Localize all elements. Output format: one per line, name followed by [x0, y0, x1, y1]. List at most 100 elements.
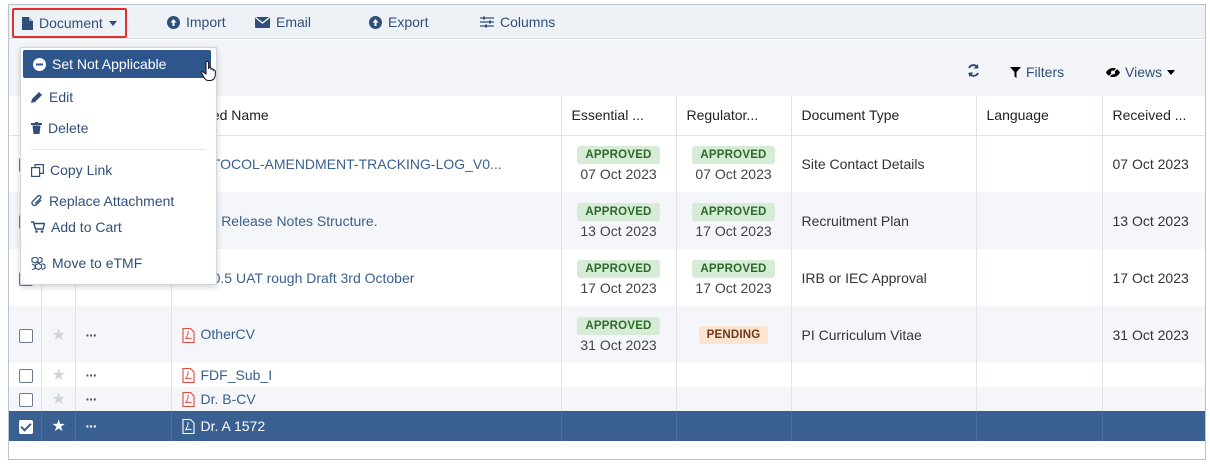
- row-checkbox[interactable]: [19, 393, 33, 408]
- essential-cell: APPROVED 07 Oct 2023: [560, 135, 676, 192]
- row-checkbox-cell[interactable]: [9, 387, 41, 411]
- regulatory-header[interactable]: Regulator...: [675, 96, 791, 136]
- row-checkbox-checked[interactable]: [19, 420, 33, 435]
- columns-button[interactable]: Columns: [480, 5, 555, 39]
- essential-cell: APPROVED 13 Oct 2023: [560, 192, 676, 249]
- hand-pointer-cursor: [201, 61, 216, 81]
- received-cell: [1101, 387, 1205, 411]
- submitted-name-cell[interactable]: Dr. B-CV: [170, 387, 561, 411]
- document-grid-frame: Document Import Email Export Columns Fil…: [8, 4, 1206, 460]
- row-actions-cell[interactable]: ···: [74, 411, 171, 441]
- document-name-link[interactable]: OtherCV: [201, 326, 255, 342]
- refresh-icon: [968, 64, 979, 77]
- document-type-cell: IRB or IEC Approval: [790, 249, 976, 306]
- menu-item-delete[interactable]: Delete: [21, 115, 216, 141]
- row-actions-cell[interactable]: ···: [74, 363, 171, 387]
- language-cell: [975, 135, 1102, 192]
- caret-down-icon: [1167, 69, 1176, 75]
- pdf-file-icon: [181, 368, 195, 384]
- document-name-link[interactable]: FDF_Sub_I: [201, 367, 273, 383]
- menu-item-add-to-cart[interactable]: Add to Cart: [21, 214, 216, 240]
- document-type-header[interactable]: Document Type: [790, 96, 976, 136]
- email-button[interactable]: Email: [255, 5, 311, 39]
- submitted-name-cell[interactable]: TI v10.5 UAT rough Draft 3rd October: [170, 249, 561, 306]
- import-icon: [167, 15, 180, 29]
- status-date: 17 Oct 2023: [580, 280, 657, 296]
- language-cell: [975, 363, 1102, 387]
- submitted-name-header[interactable]: bmitted Name: [170, 96, 561, 136]
- menu-item-label: Copy Link: [50, 162, 113, 178]
- row-checkbox[interactable]: [19, 369, 33, 384]
- row-star-cell[interactable]: ★: [40, 306, 75, 363]
- status-date: 17 Oct 2023: [695, 280, 772, 296]
- row-checkbox-cell[interactable]: [9, 411, 41, 441]
- more-actions-icon[interactable]: ···: [86, 367, 98, 383]
- received-header[interactable]: Received ...: [1101, 96, 1205, 136]
- document-type-cell: [790, 363, 976, 387]
- status-badge: APPROVED: [577, 146, 660, 165]
- views-button[interactable]: Views: [1106, 64, 1176, 80]
- regulatory-cell: APPROVED 17 Oct 2023: [675, 249, 791, 306]
- table-row-selected[interactable]: ★ ··· Dr. A 1572: [9, 411, 1205, 441]
- status-date: 17 Oct 2023: [695, 223, 772, 239]
- submitted-name-cell[interactable]: FDF_Sub_I: [170, 363, 561, 387]
- essential-cell: [560, 387, 676, 411]
- row-actions-cell[interactable]: ···: [74, 387, 171, 411]
- paperclip-icon: [31, 194, 42, 206]
- envelope-icon: [255, 16, 270, 28]
- more-actions-icon[interactable]: ···: [86, 418, 98, 434]
- document-menu-button[interactable]: Document: [12, 8, 127, 38]
- menu-item-label: Delete: [48, 120, 89, 136]
- language-cell: [975, 387, 1102, 411]
- status-date: 07 Oct 2023: [695, 166, 772, 183]
- essential-cell: [560, 411, 676, 441]
- status-badge: APPROVED: [577, 203, 660, 221]
- sliders-icon: [480, 16, 494, 28]
- funnel-icon: [1010, 66, 1021, 78]
- menu-item-edit[interactable]: Edit: [21, 84, 216, 110]
- row-checkbox[interactable]: [19, 328, 33, 343]
- document-name-link[interactable]: Dr. B-CV: [201, 391, 256, 407]
- menu-item-copy-link[interactable]: Copy Link: [21, 157, 216, 183]
- menu-item-move-to-etmf[interactable]: Move to eTMF: [21, 250, 216, 276]
- language-cell: [975, 411, 1102, 441]
- row-star-cell[interactable]: ★: [40, 387, 75, 411]
- table-row[interactable]: ★ ··· Dr. B-CV: [9, 387, 1205, 411]
- filters-button[interactable]: Filters: [1010, 64, 1064, 80]
- menu-item-set-not-applicable[interactable]: Set Not Applicable: [23, 50, 211, 78]
- row-star-cell[interactable]: ★: [40, 411, 75, 441]
- filters-label: Filters: [1026, 64, 1065, 80]
- row-checkbox-cell[interactable]: [9, 363, 41, 387]
- export-button[interactable]: Export: [369, 5, 428, 39]
- essential-header[interactable]: Essential ...: [560, 96, 676, 136]
- refresh-button[interactable]: [967, 64, 980, 77]
- star-icon[interactable]: ★: [52, 418, 66, 435]
- table-row[interactable]: ★ ··· FDF_Sub_I: [9, 363, 1205, 387]
- minus-circle-icon: [33, 57, 46, 71]
- document-name-link[interactable]: PROTOCOL-AMENDMENT-TRACKING-LOG_V0...: [182, 156, 502, 172]
- more-actions-icon[interactable]: ···: [86, 327, 98, 343]
- status-badge: APPROVED: [692, 146, 775, 165]
- language-cell: [975, 306, 1102, 363]
- eye-slash-icon: [1106, 66, 1120, 78]
- menu-item-replace-attachment[interactable]: Replace Attachment: [21, 188, 216, 214]
- row-actions-cell[interactable]: ···: [74, 306, 171, 363]
- regulatory-cell: APPROVED 07 Oct 2023: [675, 135, 791, 192]
- essential-cell: [560, 363, 676, 387]
- regulatory-cell: [675, 411, 791, 441]
- table-row[interactable]: ★ ··· OtherCV APPROVED 31 Oct 2023 PENDIN…: [9, 306, 1205, 363]
- document-dropdown-menu: Set Not Applicable Edit Delete Copy Link…: [20, 47, 217, 285]
- submitted-name-cell[interactable]: Dr. A 1572: [170, 411, 561, 441]
- star-icon[interactable]: ★: [52, 327, 66, 344]
- star-icon[interactable]: ★: [52, 391, 66, 408]
- star-icon[interactable]: ★: [52, 367, 66, 384]
- submitted-name-cell[interactable]: OtherCV: [170, 306, 561, 363]
- row-checkbox-cell[interactable]: [9, 306, 41, 363]
- language-header[interactable]: Language: [975, 96, 1102, 136]
- document-name-link[interactable]: Dr. A 1572: [201, 418, 266, 434]
- submitted-name-cell[interactable]: Patch Release Notes Structure.: [170, 192, 561, 249]
- row-star-cell[interactable]: ★: [40, 363, 75, 387]
- submitted-name-cell[interactable]: PROTOCOL-AMENDMENT-TRACKING-LOG_V0...: [170, 135, 561, 192]
- import-button[interactable]: Import: [167, 5, 226, 39]
- more-actions-icon[interactable]: ···: [86, 391, 98, 407]
